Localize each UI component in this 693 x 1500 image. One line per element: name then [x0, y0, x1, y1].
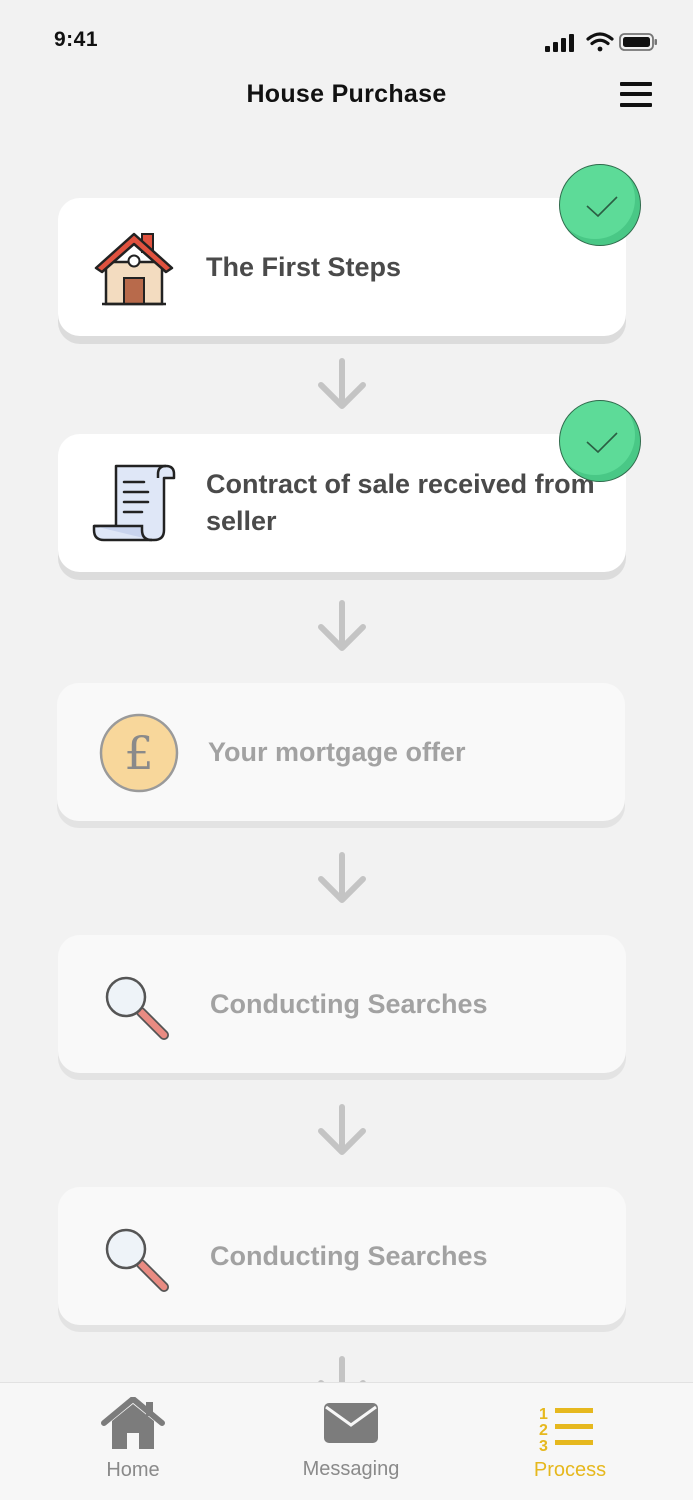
step-card-contract[interactable]: Contract of sale received from seller — [58, 434, 626, 572]
home-icon — [98, 1396, 168, 1451]
step-label: Conducting Searches — [210, 1240, 488, 1271]
arrow-down-icon — [318, 358, 366, 409]
svg-text:3: 3 — [539, 1438, 548, 1451]
magnifying-glass-icon — [102, 973, 186, 1053]
tab-bar: Home Messaging 1 2 3 Process — [0, 1382, 693, 1500]
cellular-signal-icon — [545, 34, 574, 52]
tab-home[interactable]: Home — [33, 1383, 233, 1500]
status-icons — [539, 30, 659, 56]
tab-messaging[interactable]: Messaging — [251, 1383, 451, 1500]
step-label: Conducting Searches — [210, 988, 488, 1019]
header: House Purchase — [0, 70, 693, 120]
step-label: Your mortgage offer — [208, 736, 466, 767]
svg-text:£: £ — [124, 726, 153, 780]
svg-text:1: 1 — [539, 1406, 548, 1423]
numbered-list-icon: 1 2 3 — [535, 1397, 605, 1455]
scroll-document-icon — [92, 464, 176, 544]
envelope-icon — [316, 1397, 386, 1451]
status-bar: 9:41 — [0, 0, 693, 80]
completed-check-icon — [559, 164, 641, 246]
step-card-mortgage-offer[interactable]: £ Your mortgage offer — [57, 683, 625, 821]
tab-process[interactable]: 1 2 3 Process — [470, 1383, 670, 1500]
magnifying-glass-icon — [102, 1225, 186, 1305]
arrow-down-icon — [318, 600, 366, 651]
step-label: Contract of sale received from seller — [206, 469, 595, 536]
status-time: 9:41 — [54, 28, 99, 51]
tab-label: Messaging — [302, 1458, 400, 1480]
wifi-icon — [586, 32, 614, 52]
tab-label: Process — [533, 1459, 607, 1481]
house-icon — [92, 228, 176, 308]
hamburger-menu-icon[interactable] — [618, 76, 654, 112]
step-label: The First Steps — [206, 251, 402, 282]
page-title: House Purchase — [246, 80, 447, 108]
completed-check-icon — [559, 400, 641, 482]
step-card-first-steps[interactable]: The First Steps — [58, 198, 626, 336]
arrow-down-icon — [318, 1104, 366, 1155]
svg-text:2: 2 — [539, 1422, 548, 1439]
pound-coin-icon: £ — [99, 711, 183, 793]
tab-label: Home — [106, 1459, 160, 1481]
battery-icon — [619, 33, 657, 51]
arrow-down-icon — [318, 852, 366, 903]
step-card-searches[interactable]: Conducting Searches — [58, 935, 626, 1073]
step-card-searches[interactable]: Conducting Searches — [58, 1187, 626, 1325]
